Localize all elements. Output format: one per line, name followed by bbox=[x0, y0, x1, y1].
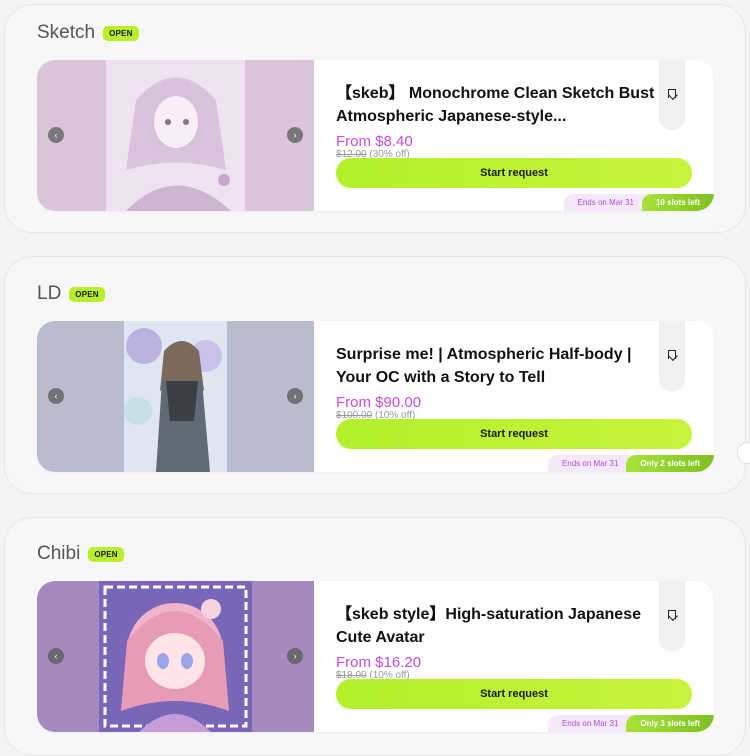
commission-card[interactable]: ‹ › Surprise me! | Atmospheric Half-body… bbox=[37, 321, 714, 472]
bookmark-icon bbox=[668, 89, 676, 98]
section-header: Chibi OPEN bbox=[37, 543, 124, 565]
section-title: Chibi bbox=[37, 543, 81, 564]
chevron-right-icon: › bbox=[293, 130, 297, 140]
chevron-left-icon: ‹ bbox=[54, 651, 58, 661]
section-header: LD OPEN bbox=[37, 283, 105, 305]
slots-left-tag: 10 slots left bbox=[641, 194, 714, 211]
ends-date-tag: Ends on Mar 31 bbox=[563, 194, 648, 211]
section-title: Sketch bbox=[37, 22, 96, 43]
open-badge: OPEN bbox=[88, 546, 124, 562]
open-badge: OPEN bbox=[103, 25, 139, 41]
chevron-left-icon: ‹ bbox=[54, 391, 58, 401]
bookmark-icon bbox=[668, 610, 676, 619]
next-image-button[interactable]: › bbox=[287, 127, 303, 143]
start-request-button[interactable]: Start request bbox=[336, 679, 692, 709]
prev-image-button[interactable]: ‹ bbox=[48, 388, 64, 404]
card-footer-tags: Ends on Mar 31 Only 3 slots left bbox=[547, 715, 714, 732]
slots-left-tag: Only 2 slots left bbox=[626, 455, 714, 472]
bookmark-button[interactable] bbox=[659, 581, 685, 651]
artwork-image bbox=[99, 581, 252, 732]
card-price: From $90.00 bbox=[336, 394, 422, 411]
section-header: Sketch OPEN bbox=[37, 22, 139, 44]
commission-card[interactable]: ‹ › 【skeb】 Monochrome Clean Sketch Bust … bbox=[37, 60, 714, 211]
next-image-button[interactable]: › bbox=[287, 388, 303, 404]
card-price: From $16.20 bbox=[336, 654, 422, 671]
chevron-left-icon: ‹ bbox=[54, 130, 58, 140]
artwork-image bbox=[124, 321, 227, 472]
card-gallery[interactable]: ‹ › bbox=[37, 581, 314, 732]
prev-image-button[interactable]: ‹ bbox=[48, 648, 64, 664]
card-title[interactable]: Surprise me! | Atmospheric Half-body | Y… bbox=[336, 343, 666, 389]
bookmark-button[interactable] bbox=[659, 321, 685, 391]
chevron-right-icon: › bbox=[293, 391, 297, 401]
prev-image-button[interactable]: ‹ bbox=[48, 127, 64, 143]
open-badge: OPEN bbox=[69, 286, 105, 302]
card-title[interactable]: 【skeb style】High-saturation Japanese Cut… bbox=[336, 603, 666, 649]
bookmark-button[interactable] bbox=[659, 60, 685, 130]
slots-left-tag: Only 3 slots left bbox=[626, 715, 714, 732]
bookmark-icon bbox=[668, 350, 676, 359]
next-image-button[interactable]: › bbox=[287, 648, 303, 664]
start-request-button[interactable]: Start request bbox=[336, 158, 692, 188]
artwork-image bbox=[106, 60, 245, 211]
card-title[interactable]: 【skeb】 Monochrome Clean Sketch Bust | At… bbox=[336, 82, 666, 128]
card-price: From $8.40 bbox=[336, 133, 413, 150]
chevron-right-icon: › bbox=[293, 651, 297, 661]
ends-date-tag: Ends on Mar 31 bbox=[547, 455, 633, 472]
card-gallery[interactable]: ‹ › bbox=[37, 60, 314, 211]
card-gallery[interactable]: ‹ › bbox=[37, 321, 314, 472]
start-request-button[interactable]: Start request bbox=[336, 419, 692, 449]
card-footer-tags: Ends on Mar 31 10 slots left bbox=[563, 194, 714, 211]
commission-card[interactable]: ‹ › 【skeb style】High-saturation Japanese… bbox=[37, 581, 714, 732]
card-footer-tags: Ends on Mar 31 Only 2 slots left bbox=[547, 455, 714, 472]
ends-date-tag: Ends on Mar 31 bbox=[547, 715, 633, 732]
section-title: LD bbox=[37, 283, 62, 304]
